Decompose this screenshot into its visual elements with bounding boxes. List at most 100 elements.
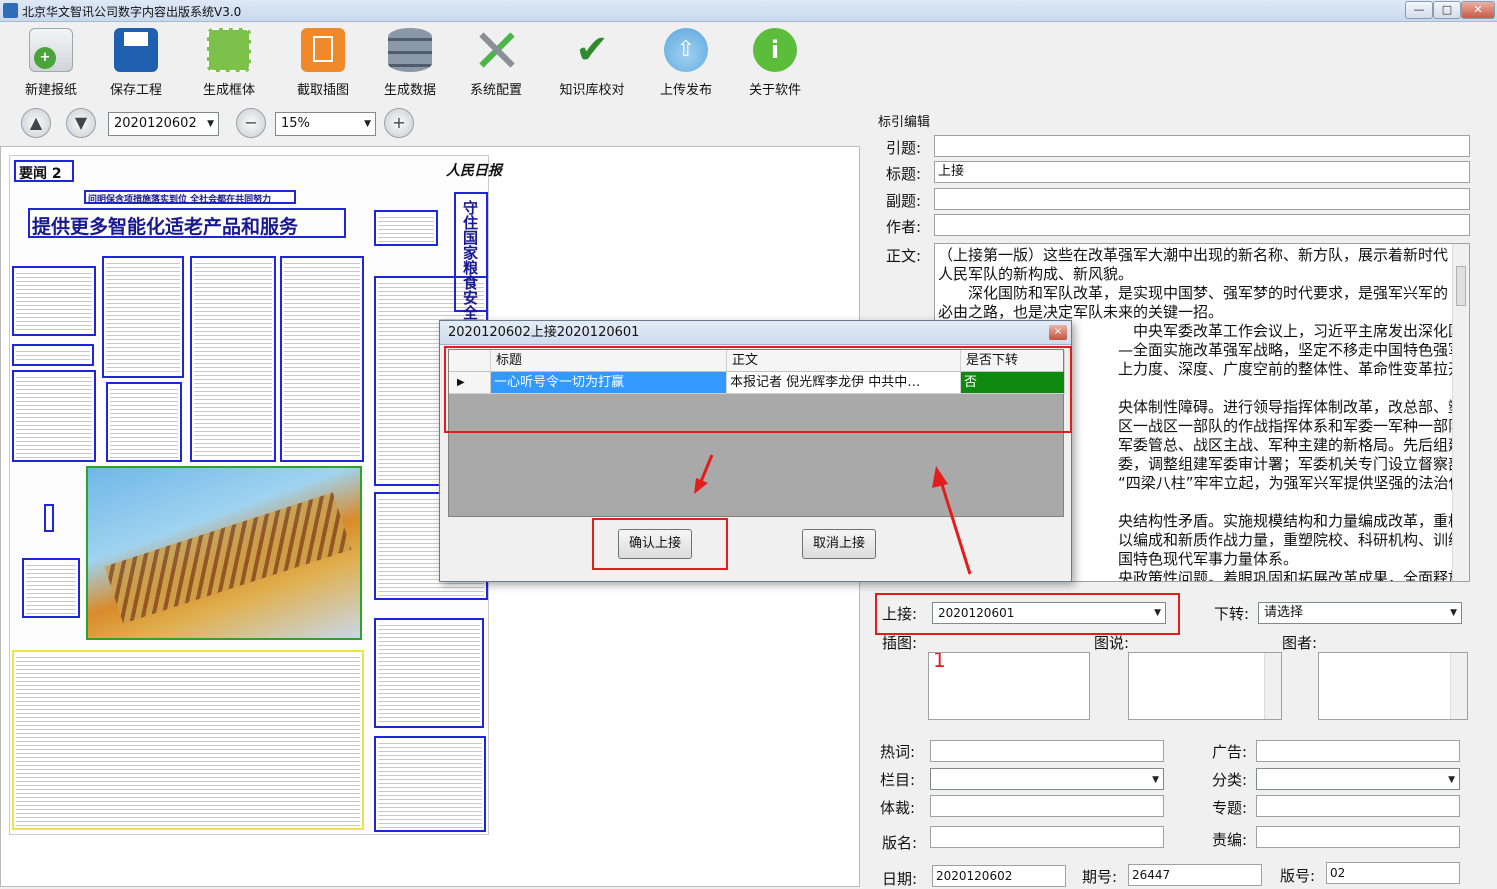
up-arrow-icon[interactable]: ▲ <box>21 108 51 138</box>
lower-select[interactable]: 请选择 ▼ <box>1258 602 1462 624</box>
title-bar: 北京华文智讯公司数字内容出版系统V3.0 — □ ✕ <box>0 0 1497 22</box>
down-arrow-icon[interactable]: ▼ <box>66 108 96 138</box>
caption-box[interactable] <box>1128 652 1282 720</box>
crop-image-icon <box>301 28 345 72</box>
title-field[interactable]: 上接 <box>934 161 1470 183</box>
column-label: 栏目: <box>880 771 916 789</box>
photographer-label: 图者: <box>1282 634 1318 652</box>
illustration-box[interactable]: 1 <box>928 652 1090 720</box>
zoom-in-icon[interactable]: + <box>384 108 414 138</box>
date-field[interactable]: 2020120602 <box>932 865 1066 887</box>
date-label: 日期: <box>882 870 918 888</box>
headline-frame[interactable]: 提供更多智能化适老产品和服务 <box>28 208 346 238</box>
about-button[interactable]: ⅰ 关于软件 <box>735 28 815 98</box>
lower-label: 下转: <box>1214 605 1250 623</box>
issue-field[interactable]: 26447 <box>1128 864 1262 886</box>
window-title: 北京华文智讯公司数字内容出版系统V3.0 <box>22 5 242 19</box>
tools-icon <box>474 28 518 72</box>
caption-label: 图说: <box>1094 634 1130 652</box>
chevron-down-icon: ▼ <box>1152 775 1159 785</box>
dialog-title: 2020120602上接2020120601 <box>440 321 1071 345</box>
generate-data-button[interactable]: 生成数据 <box>370 28 450 98</box>
date-select[interactable]: 2020120602 ▼ <box>108 112 219 136</box>
category-label: 分类: <box>1212 771 1248 789</box>
cloud-upload-icon: ⇧ <box>664 28 708 72</box>
article-frame[interactable] <box>12 370 96 462</box>
article-frame[interactable] <box>102 256 184 378</box>
edition-name-field[interactable] <box>930 826 1164 848</box>
grid-annotation-frame <box>444 346 1072 433</box>
upload-publish-button[interactable]: ⇧ 上传发布 <box>646 28 726 98</box>
genre-field[interactable] <box>930 795 1164 817</box>
new-paper-icon: + <box>29 28 73 72</box>
zoom-select[interactable]: 15% ▼ <box>275 112 376 136</box>
subtitle-label: 副题: <box>886 192 922 210</box>
subtitle-field[interactable] <box>934 188 1470 210</box>
intro-label: 引题: <box>886 139 922 157</box>
genre-label: 体裁: <box>880 799 916 817</box>
save-project-button[interactable]: 保存工程 <box>96 28 176 98</box>
editor-label: 责编: <box>1212 831 1248 849</box>
article-frame[interactable] <box>190 256 276 462</box>
title-label: 标题: <box>886 165 922 183</box>
minimize-button[interactable]: — <box>1405 1 1433 19</box>
editor-field[interactable] <box>1256 826 1460 848</box>
upper-annotation-frame <box>875 593 1180 635</box>
photographer-box[interactable] <box>1318 652 1468 720</box>
author-field[interactable] <box>934 214 1470 236</box>
zoom-out-icon[interactable]: − <box>236 108 266 138</box>
page-label-frame[interactable]: 要闻 2 <box>14 160 74 182</box>
chevron-down-icon: ▼ <box>1448 775 1455 785</box>
illustration-count: 1 <box>933 652 946 672</box>
article-frame[interactable] <box>44 504 54 532</box>
continued-article-frame[interactable] <box>12 650 364 830</box>
article-frame[interactable]: 问明保含项措施落实到位 全社会都在共同努力 <box>84 190 296 205</box>
generate-frame-icon <box>207 28 251 72</box>
ad-label: 广告: <box>1212 743 1248 761</box>
topic-field[interactable] <box>1256 795 1460 817</box>
main-toolbar: + 新建报纸 保存工程 生成框体 截取插图 生成数据 系统配置 ✔ 知识库校对 … <box>0 22 1497 98</box>
page-no-field[interactable]: 02 <box>1326 862 1460 884</box>
illustration-label: 插图: <box>882 634 918 652</box>
info-key-icon: ⅰ <box>753 28 797 72</box>
article-frame[interactable] <box>280 256 364 462</box>
article-frame[interactable] <box>12 344 94 366</box>
side-heading-frame[interactable]: 守住国家粮食安全 <box>454 192 488 320</box>
body-label: 正文: <box>886 247 922 265</box>
close-button[interactable]: ✕ <box>1461 1 1495 19</box>
illustration-photo[interactable] <box>86 466 362 640</box>
column-select[interactable]: ▼ <box>930 768 1164 790</box>
article-frame[interactable] <box>12 266 96 336</box>
article-frame[interactable] <box>374 618 484 728</box>
topic-label: 专题: <box>1212 799 1248 817</box>
category-select[interactable]: ▼ <box>1256 768 1460 790</box>
confirm-annotation-frame <box>592 518 728 570</box>
hotword-field[interactable] <box>930 740 1164 762</box>
intro-field[interactable] <box>934 135 1470 157</box>
body-line: 人民军队的新构成、新风貌。 <box>938 265 1134 283</box>
close-icon[interactable]: × <box>1049 325 1067 340</box>
system-config-button[interactable]: 系统配置 <box>456 28 536 98</box>
body-scrollbar[interactable] <box>1452 244 1469 581</box>
database-icon <box>388 28 432 72</box>
group-title: 标引编辑 <box>878 115 931 130</box>
crop-image-button[interactable]: 截取插图 <box>283 28 363 98</box>
ad-field[interactable] <box>1256 740 1460 762</box>
knowledge-check-button[interactable]: ✔ 知识库校对 <box>552 27 632 98</box>
generate-frame-button[interactable]: 生成框体 <box>189 28 269 98</box>
app-icon <box>3 3 18 18</box>
newspaper-page[interactable]: 要闻 2 人民日报 问明保含项措施落实到位 全社会都在共同努力 提供更多智能化适… <box>9 155 502 835</box>
article-frame[interactable] <box>374 210 438 246</box>
chevron-down-icon: ▼ <box>207 119 214 129</box>
maximize-button[interactable]: □ <box>1433 1 1461 19</box>
article-frame[interactable] <box>106 382 182 462</box>
new-paper-button[interactable]: + 新建报纸 <box>11 28 91 98</box>
cancel-upper-button[interactable]: 取消上接 <box>802 529 876 559</box>
article-frame[interactable] <box>374 736 486 832</box>
checkmark-icon: ✔ <box>575 27 609 73</box>
page-nav-bar: ▲ ▼ 2020120602 ▼ − 15% ▼ + <box>0 104 860 144</box>
masthead: 人民日报 <box>446 163 502 179</box>
page-no-label: 版号: <box>1280 867 1316 885</box>
article-frame[interactable] <box>22 558 80 618</box>
upper-link-dialog: 2020120602上接2020120601 × 标题 正文 是否下转 ▶ 一心… <box>439 320 1072 582</box>
